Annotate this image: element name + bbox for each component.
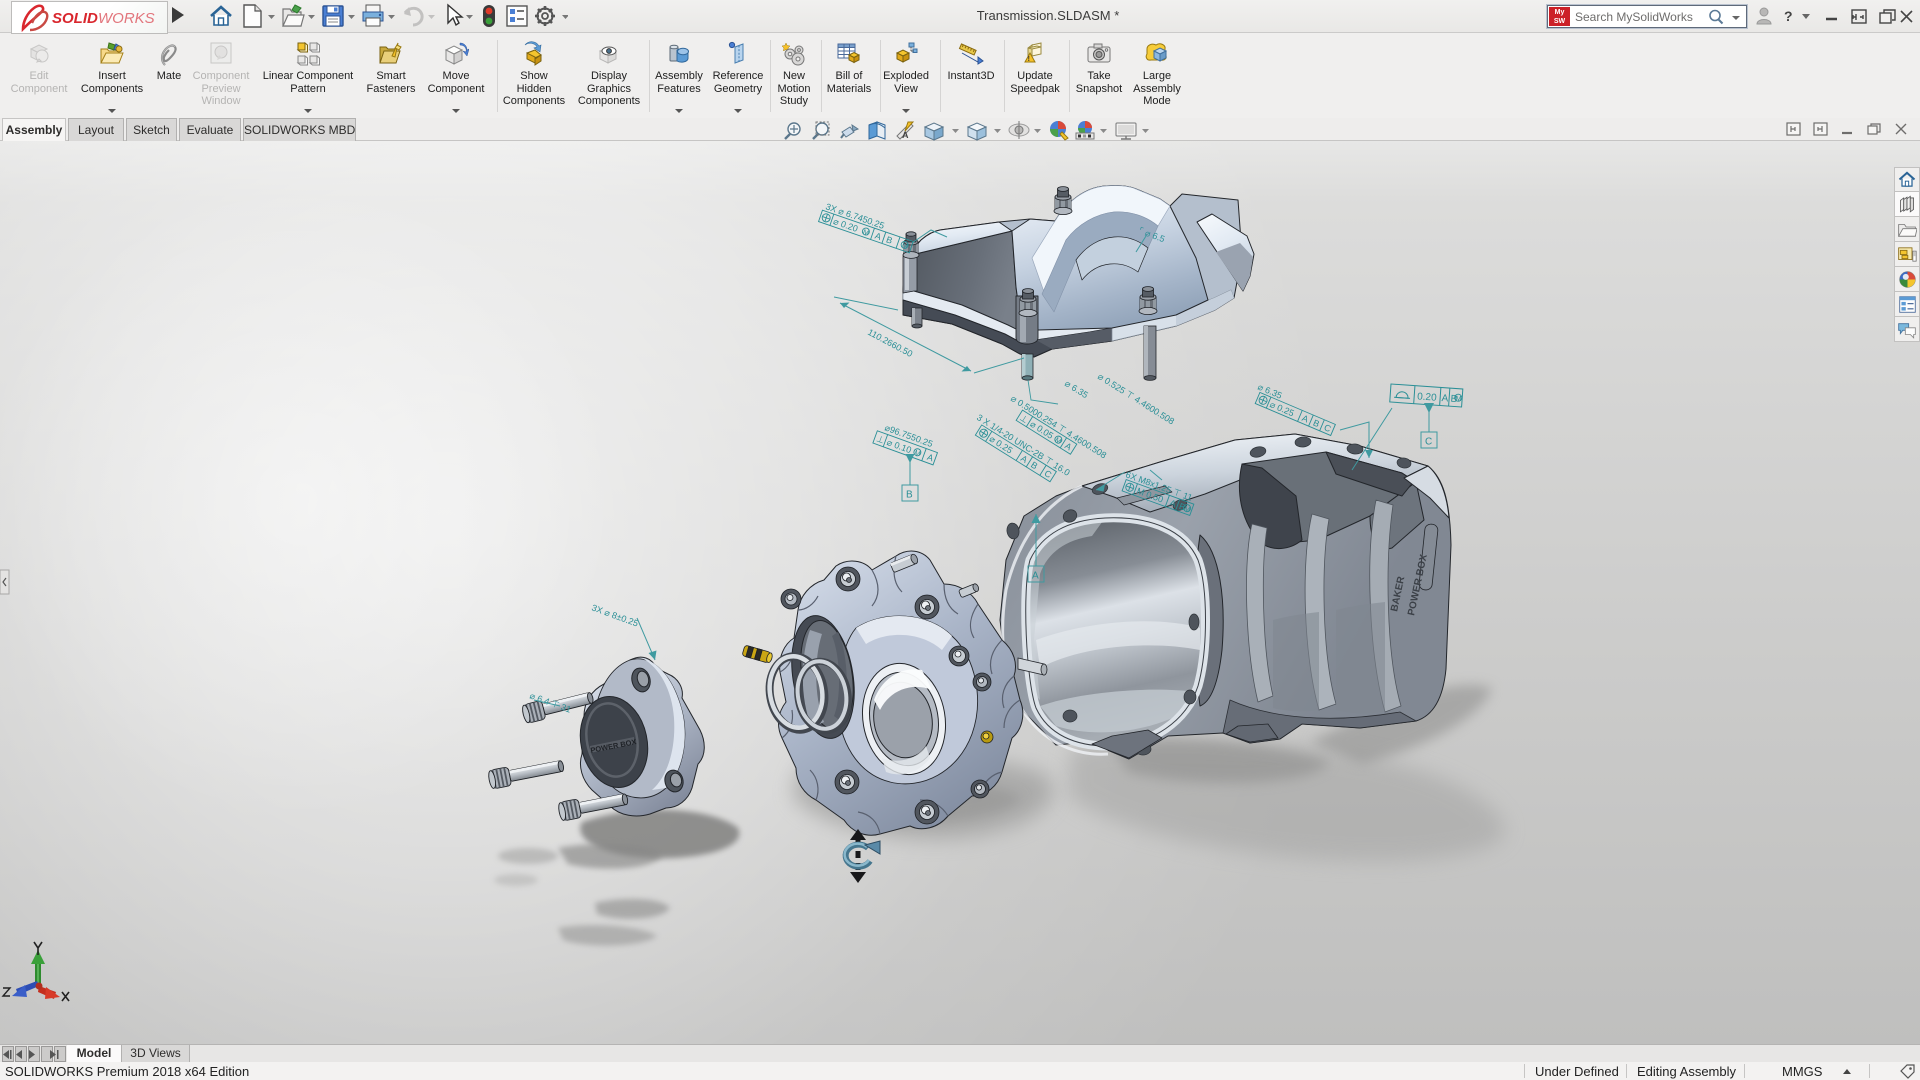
svg-text:A: A (902, 130, 909, 140)
svg-text:B: B (906, 490, 913, 501)
svg-text:C: C (1425, 437, 1432, 448)
svg-text:M: M (1455, 396, 1461, 403)
svg-text:A: A (1032, 571, 1039, 582)
svg-text:WORKS: WORKS (98, 10, 155, 27)
svg-text:!: ! (1028, 56, 1030, 63)
svg-text:?: ? (1784, 8, 1793, 24)
svg-text:SOLID: SOLID (52, 10, 98, 27)
svg-text:0.20: 0.20 (1417, 391, 1438, 403)
svg-text:A: A (1441, 393, 1449, 404)
